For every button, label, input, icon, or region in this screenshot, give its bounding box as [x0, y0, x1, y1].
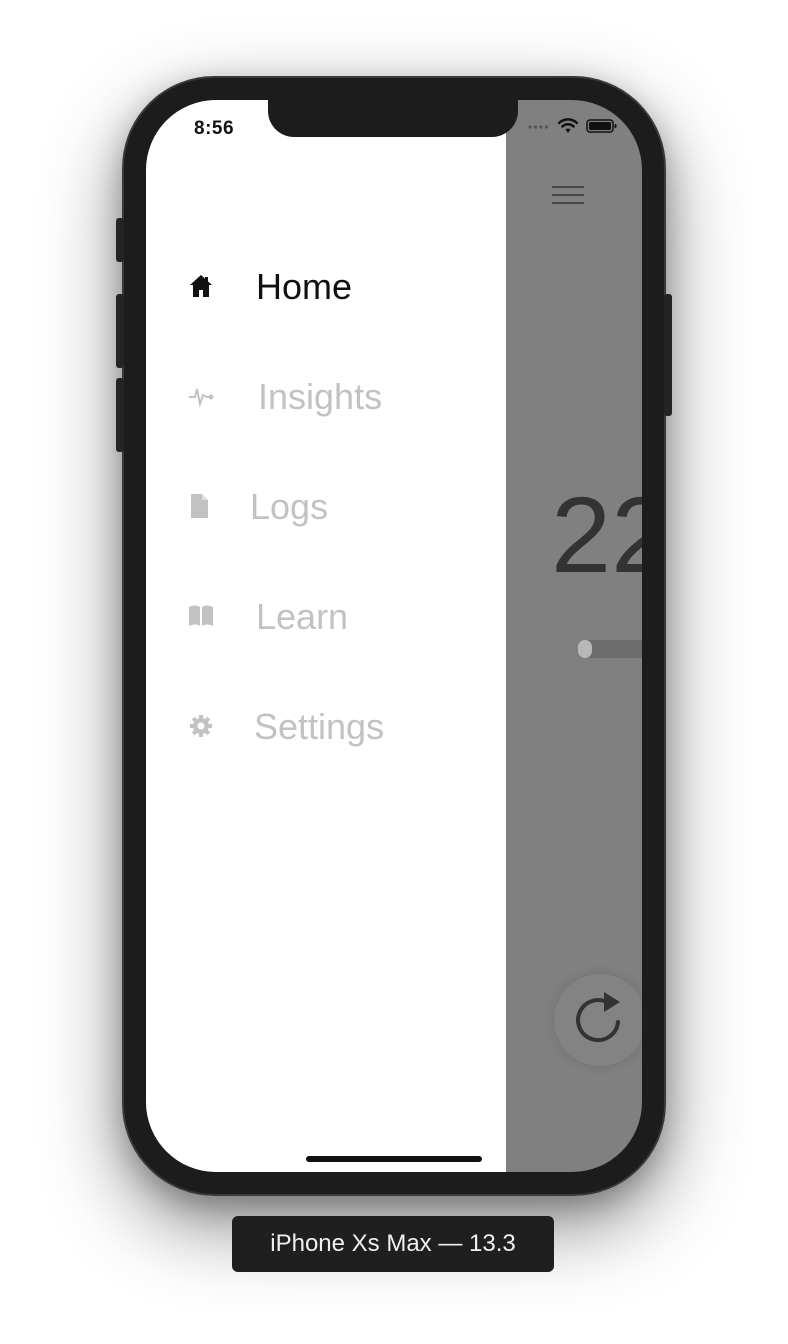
drawer-item-label: Insights — [258, 376, 383, 417]
home-indicator[interactable] — [306, 1156, 482, 1162]
drawer-item-label: Settings — [254, 706, 385, 747]
simulator-device-label: iPhone Xs Max — 13.3 — [232, 1216, 554, 1272]
counter-display: 22 — [551, 474, 642, 595]
mute-switch — [116, 218, 124, 262]
drawer-item-home[interactable]: Home — [146, 246, 486, 326]
drawer-item-learn[interactable]: Learn — [146, 576, 486, 656]
drawer-item-settings[interactable]: Settings — [146, 686, 486, 766]
drawer-item-logs[interactable]: Logs — [146, 466, 486, 546]
volume-down-button — [116, 378, 124, 452]
drawer-item-insights[interactable]: Insights — [146, 356, 486, 436]
slider-knob[interactable] — [578, 640, 592, 658]
hamburger-menu-icon[interactable] — [552, 186, 584, 208]
device-screen: 22 Home Insights Logs Learn Settings 8:5… — [146, 100, 642, 1172]
drawer-item-label: Learn — [256, 596, 349, 637]
status-time: 8:56 — [194, 118, 235, 139]
refresh-icon — [576, 992, 620, 1043]
device-notch — [268, 100, 518, 137]
status-indicators — [528, 118, 618, 134]
home-icon — [188, 273, 214, 299]
pulse-icon — [188, 383, 214, 409]
volume-up-button — [116, 294, 124, 368]
battery-icon — [586, 119, 617, 133]
book-icon — [188, 603, 214, 629]
refresh-button[interactable] — [554, 974, 642, 1066]
power-button — [664, 294, 672, 416]
navigation-drawer: Home Insights Logs Learn Settings — [146, 100, 506, 1172]
document-icon — [186, 493, 212, 519]
cellular-signal-icon — [528, 125, 549, 129]
gear-icon — [188, 713, 214, 739]
wifi-icon — [558, 118, 578, 133]
drawer-item-label: Logs — [250, 486, 329, 527]
drawer-item-label: Home — [256, 266, 353, 307]
